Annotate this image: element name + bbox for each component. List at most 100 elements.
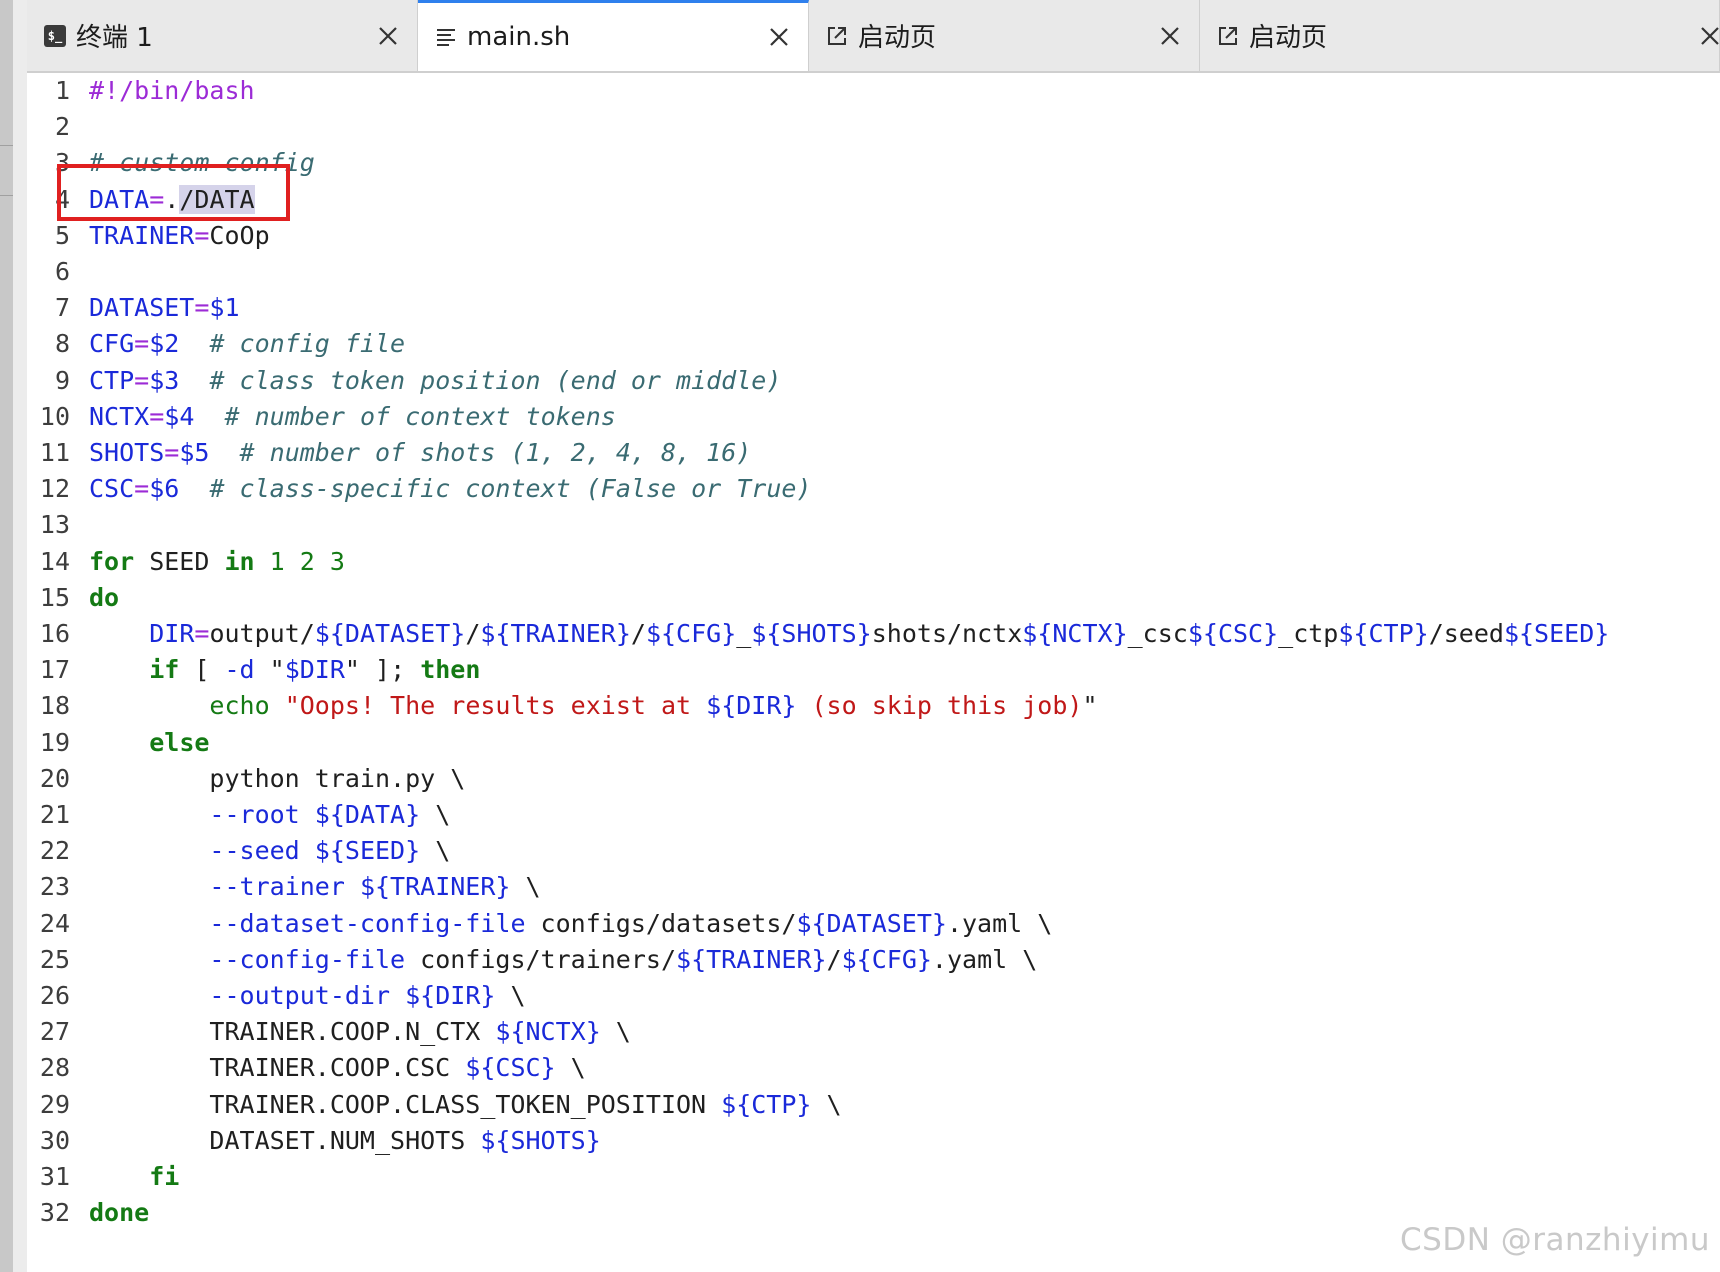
code-line[interactable]: 13: [27, 507, 1720, 543]
code-token: $3: [149, 365, 180, 395]
code-token: CFG: [89, 329, 135, 359]
code-token: /: [465, 619, 481, 648]
line-number: 8: [54, 329, 70, 359]
code-text: TRAINER=CoOp: [89, 218, 270, 254]
code-line[interactable]: 7 DATASET=$1: [27, 290, 1720, 326]
line-number: 4: [54, 184, 70, 214]
code-line[interactable]: 31 fi: [27, 1159, 1720, 1195]
code-token: ${DATASET}: [796, 908, 947, 938]
close-icon[interactable]: [1699, 25, 1720, 47]
code-line[interactable]: 12 CSC=$6 # class-specific context (False…: [27, 471, 1720, 507]
code-token: ${CTP}: [1338, 619, 1429, 648]
code-line[interactable]: 17 if [ -d "$DIR" ]; then: [27, 652, 1720, 688]
code-line[interactable]: 2: [27, 109, 1720, 145]
code-token: # number of shots (1, 2, 4, 8, 16): [239, 438, 752, 467]
code-token: if: [149, 655, 180, 685]
code-line[interactable]: 1 #!/bin/bash: [27, 73, 1720, 109]
code-line[interactable]: 29 TRAINER.COOP.CLASS_TOKEN_POSITION ${C…: [27, 1087, 1720, 1123]
close-icon[interactable]: [1159, 25, 1181, 47]
code-line[interactable]: 18 echo "Oops! The results exist at ${DI…: [27, 688, 1720, 724]
line-number: 24: [39, 908, 70, 938]
code-token: else: [149, 727, 210, 757]
close-icon[interactable]: [768, 26, 790, 48]
code-token: ${NCTX}: [495, 1017, 601, 1047]
code-token: _ctp: [1278, 619, 1339, 648]
code-token: ${DIR}: [706, 691, 797, 721]
code-line[interactable]: 28 TRAINER.COOP.CSC ${CSC} \: [27, 1050, 1720, 1086]
code-text: echo "Oops! The results exist at ${DIR} …: [89, 688, 1097, 724]
code-token: (so skip this job): [796, 691, 1083, 721]
code-token: output/: [209, 619, 315, 648]
line-number: 10: [39, 401, 70, 431]
code-token: ${CFG}: [841, 944, 932, 974]
line-number: 19: [39, 727, 70, 757]
code-line[interactable]: 30 DATASET.NUM_SHOTS ${SHOTS}: [27, 1123, 1720, 1159]
editor-side-gutter: [13, 0, 28, 1272]
code-line[interactable]: 26 --output-dir ${DIR} \: [27, 978, 1720, 1014]
code-line[interactable]: 4 DATA=./DATA: [27, 182, 1720, 218]
code-line[interactable]: 6: [27, 254, 1720, 290]
line-number: 20: [39, 763, 70, 793]
code-line[interactable]: 21 --root ${DATA} \: [27, 797, 1720, 833]
line-number: 21: [39, 800, 70, 829]
line-number: 18: [39, 691, 70, 721]
code-text: TRAINER.COOP.CLASS_TOKEN_POSITION ${CTP}…: [89, 1087, 841, 1123]
code-token: _csc: [1127, 619, 1188, 648]
code-line[interactable]: 9 CTP=$3 # class token position (end or m…: [27, 363, 1720, 399]
code-token: python train.py \: [89, 763, 466, 793]
code-text: for SEED in 1 2 3: [89, 544, 345, 580]
tab-main-sh[interactable]: main.sh: [418, 0, 809, 71]
code-token: ${TRAINER}: [480, 619, 631, 648]
code-token: configs/datasets/: [525, 908, 797, 938]
code-line[interactable]: 16 DIR=output/${DATASET}/${TRAINER}/${CF…: [27, 616, 1720, 652]
code-line[interactable]: 8 CFG=$2 # config file: [27, 326, 1720, 362]
code-token: "Oops! The results exist at: [284, 691, 707, 721]
code-text: SHOTS=$5 # number of shots (1, 2, 4, 8, …: [89, 435, 751, 471]
code-text: TRAINER.COOP.CSC ${CSC} \: [89, 1050, 585, 1086]
code-token: $5: [179, 438, 210, 467]
tab-terminal-1[interactable]: $_ 终端 1: [27, 0, 418, 71]
code-token: $2: [149, 329, 180, 359]
code-line[interactable]: 10 NCTX=$4 # number of context tokens: [27, 399, 1720, 435]
code-line[interactable]: 15 do: [27, 580, 1720, 616]
code-token: done: [89, 1198, 150, 1228]
tab-label: 启动页: [1249, 23, 1328, 53]
code-line[interactable]: 24 --dataset-config-file configs/dataset…: [27, 906, 1720, 942]
tab-launcher[interactable]: 启动页: [1200, 0, 1720, 71]
code-line[interactable]: 14 for SEED in 1 2 3: [27, 544, 1720, 580]
code-token: =: [134, 474, 150, 504]
code-line[interactable]: 3 # custom config: [27, 145, 1720, 181]
code-token: # number of context tokens: [224, 401, 616, 431]
code-text: # custom config: [89, 145, 315, 181]
line-number: 28: [39, 1053, 70, 1083]
code-line[interactable]: 19 else: [27, 725, 1720, 761]
code-token: _: [736, 619, 752, 648]
code-token: -d: [224, 655, 255, 685]
code-token: \: [600, 1017, 631, 1047]
code-token: # class-specific context (False or True): [209, 474, 812, 504]
tab-launcher[interactable]: 启动页: [809, 0, 1200, 71]
code-editor[interactable]: 1 #!/bin/bash 2 3 # custom config 4 DATA=./DAT…: [27, 73, 1720, 1272]
code-line[interactable]: 27 TRAINER.COOP.N_CTX ${NCTX} \: [27, 1014, 1720, 1050]
code-line[interactable]: 20 python train.py \: [27, 761, 1720, 797]
code-line[interactable]: 23 --trainer ${TRAINER} \: [27, 869, 1720, 905]
code-token: \: [420, 836, 451, 866]
code-token: # custom config: [89, 148, 315, 178]
code-token: ${DATASET}: [314, 619, 466, 648]
code-line[interactable]: 25 --config-file configs/trainers/${TRAI…: [27, 942, 1720, 978]
open-external-icon: [826, 25, 848, 47]
line-number: 11: [39, 438, 70, 467]
code-token: ${TRAINER}: [359, 872, 511, 902]
code-line[interactable]: 5 TRAINER=CoOp: [27, 218, 1720, 254]
code-line[interactable]: 22 --seed ${SEED} \: [27, 833, 1720, 869]
code-line[interactable]: 11 SHOTS=$5 # number of shots (1, 2, 4, 8…: [27, 435, 1720, 471]
close-icon[interactable]: [377, 25, 399, 47]
code-token: .: [164, 184, 180, 214]
code-token: #!/bin/bash: [89, 76, 255, 105]
code-token: =: [164, 438, 180, 467]
line-number: 12: [39, 474, 70, 504]
code-token: [: [179, 655, 225, 685]
